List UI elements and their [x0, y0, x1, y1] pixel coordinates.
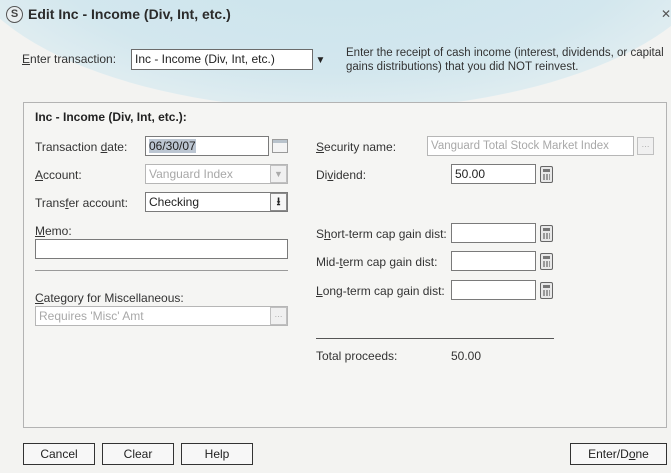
- total-proceeds-label: Total proceeds:: [316, 349, 398, 363]
- transaction-description: Enter the receipt of cash income (intere…: [346, 47, 664, 73]
- mid-term-label: Mid-term cap gain dist:: [316, 255, 438, 269]
- calendar-icon[interactable]: [272, 139, 288, 153]
- security-name-label: Security name:: [316, 140, 397, 154]
- transaction-date-label: Transaction date:: [35, 140, 128, 154]
- panel-title: Inc - Income (Div, Int, etc.):: [35, 110, 187, 124]
- clear-button[interactable]: Clear: [102, 443, 174, 465]
- total-divider: [316, 338, 554, 339]
- close-icon[interactable]: ✕: [661, 6, 671, 23]
- help-button[interactable]: Help: [181, 443, 253, 465]
- long-term-calculator-icon[interactable]: [540, 282, 553, 299]
- dividend-field[interactable]: 50.00: [451, 164, 536, 184]
- security-name-field: Vanguard Total Stock Market Index: [427, 136, 634, 156]
- edit-income-dialog: S Edit Inc - Income (Div, Int, etc.) ✕ E…: [0, 0, 671, 473]
- divider-left: [35, 270, 288, 271]
- transfer-account-dropdown-icon[interactable]: ⭳: [270, 193, 287, 211]
- transaction-type-select[interactable]: Inc - Income (Div, Int, etc.): [131, 49, 313, 70]
- category-field: Requires 'Misc' Amt: [35, 306, 288, 326]
- app-icon: S: [6, 6, 23, 23]
- short-term-label: Short-term cap gain dist:: [316, 227, 447, 241]
- long-term-label: Long-term cap gain dist:: [316, 284, 445, 298]
- enter-done-button[interactable]: Enter/D o ne: [570, 443, 667, 465]
- enter-transaction-label: Enter transaction:: [22, 52, 117, 66]
- total-proceeds-value: 50.00: [451, 349, 482, 363]
- category-label: Category for Miscellaneous:: [35, 291, 184, 305]
- account-dropdown-icon: ▼: [270, 165, 287, 183]
- transaction-date-field[interactable]: 06/30/07: [145, 136, 269, 156]
- account-label: Account:: [35, 168, 82, 182]
- chevron-down-icon[interactable]: ▼: [312, 51, 329, 69]
- memo-label: Memo:: [35, 224, 72, 238]
- short-term-calculator-icon[interactable]: [540, 225, 553, 242]
- title-bar: S Edit Inc - Income (Div, Int, etc.) ✕: [0, 0, 671, 28]
- long-term-field[interactable]: [451, 280, 536, 300]
- short-term-field[interactable]: [451, 223, 536, 243]
- dividend-label: Dividend:: [316, 168, 367, 182]
- category-lookup-icon: ⋯: [270, 307, 287, 325]
- dividend-calculator-icon[interactable]: [540, 166, 553, 183]
- transfer-account-field[interactable]: Checking: [145, 192, 288, 212]
- transfer-account-label: Transfer account:: [35, 196, 128, 210]
- mid-term-field[interactable]: [451, 251, 536, 271]
- cancel-button[interactable]: Cancel: [23, 443, 95, 465]
- memo-field[interactable]: [35, 239, 288, 259]
- mid-term-calculator-icon[interactable]: [540, 253, 553, 270]
- account-field: Vanguard Index: [145, 164, 288, 184]
- window-title: Edit Inc - Income (Div, Int, etc.): [28, 6, 231, 22]
- security-lookup-icon: ⋯: [637, 137, 654, 155]
